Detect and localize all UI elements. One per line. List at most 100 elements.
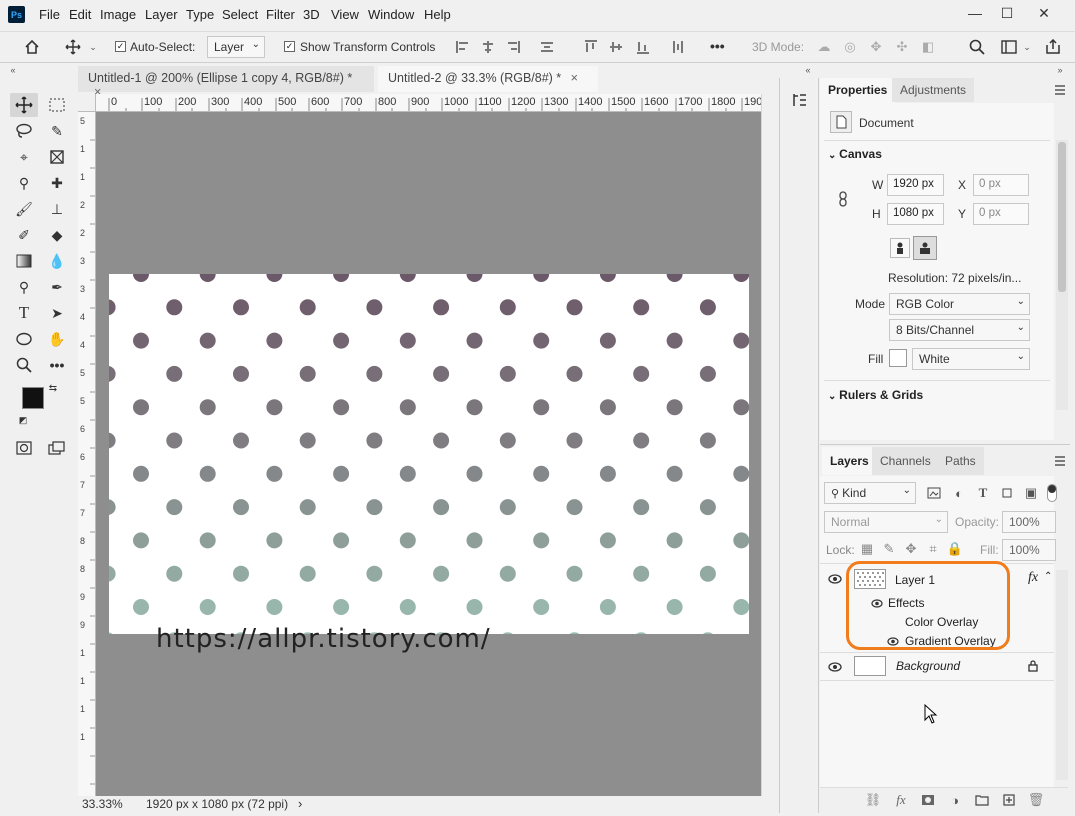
layer-name[interactable]: Background: [896, 659, 960, 673]
auto-select-dropdown[interactable]: Layer ⌄: [207, 36, 265, 58]
close-icon[interactable]: ×: [571, 71, 578, 85]
panel-menu-icon[interactable]: [1052, 453, 1068, 469]
blur-tool-icon[interactable]: 💧: [45, 250, 69, 272]
document-info[interactable]: 1920 px x 1080 px (72 ppi): [146, 797, 288, 811]
move-tool-icon[interactable]: [12, 94, 36, 116]
marquee-tool-icon[interactable]: [45, 94, 69, 116]
menu-image[interactable]: Image: [100, 7, 136, 22]
minimize-button[interactable]: —: [958, 2, 992, 24]
blend-mode-dropdown[interactable]: Normal ⌄: [824, 511, 948, 533]
distribute-icon[interactable]: [539, 38, 555, 56]
layer-row-background[interactable]: Background: [820, 653, 1054, 680]
default-colors-icon[interactable]: ◩: [16, 413, 30, 427]
home-icon[interactable]: [21, 37, 43, 57]
swap-colors-icon[interactable]: ⇆: [46, 381, 60, 395]
quick-mask-icon[interactable]: [12, 437, 36, 459]
brush-tool-icon[interactable]: 🖌: [12, 198, 36, 220]
link-layers-icon[interactable]: ⛓: [865, 792, 882, 808]
new-layer-icon[interactable]: [1001, 792, 1017, 808]
canvas-height-input[interactable]: 1080 px: [887, 203, 944, 225]
tab-paths[interactable]: Paths: [937, 447, 984, 475]
ellipse-tool-icon[interactable]: [12, 328, 36, 350]
new-group-icon[interactable]: [974, 792, 990, 808]
more-tools-icon[interactable]: •••: [45, 354, 69, 376]
adjustment-layer-icon[interactable]: ◑: [947, 792, 963, 808]
collapse-toolbar-icon[interactable]: «: [6, 64, 20, 76]
eyedropper-tool-icon[interactable]: ⚲: [12, 172, 36, 194]
canvas-scrollbar[interactable]: [761, 94, 778, 796]
path-select-tool-icon[interactable]: ➤: [45, 302, 69, 324]
lock-transparent-icon[interactable]: ▦: [860, 541, 874, 556]
show-transform-checkbox[interactable]: ✓: [284, 41, 295, 52]
menu-help[interactable]: Help: [424, 7, 451, 22]
filter-smart-object-icon[interactable]: ▣: [1023, 485, 1039, 501]
move-tool-icon[interactable]: [62, 37, 84, 57]
tab-untitled-2[interactable]: Untitled-2 @ 33.3% (RGB/8#) * ×: [378, 66, 598, 92]
rulers-grids-section-title[interactable]: ⌄ Rulers & Grids: [828, 388, 923, 402]
menu-window[interactable]: Window: [368, 7, 414, 22]
crop-tool-icon[interactable]: ⌖: [12, 146, 36, 168]
menu-filter[interactable]: Filter: [266, 7, 295, 22]
filter-shape-icon[interactable]: [999, 485, 1015, 501]
stamp-tool-icon[interactable]: ⊥: [45, 198, 69, 220]
filter-kind-dropdown[interactable]: ⚲ Kind ⌄: [824, 482, 916, 504]
menu-select[interactable]: Select: [222, 7, 258, 22]
opacity-input[interactable]: 100%: [1002, 511, 1056, 533]
pen-tool-icon[interactable]: ✒: [45, 276, 69, 298]
canvas-y-input[interactable]: 0 px: [973, 203, 1029, 225]
portrait-orientation-button[interactable]: [890, 238, 910, 258]
align-center-h-icon[interactable]: [480, 38, 496, 56]
tab-layers[interactable]: Layers: [822, 447, 877, 475]
maximize-button[interactable]: ☐: [990, 2, 1024, 24]
filter-toggle[interactable]: [1047, 484, 1057, 502]
dodge-tool-icon[interactable]: ⚲: [12, 276, 36, 298]
history-panel-icon[interactable]: [790, 90, 810, 110]
fill-opacity-input[interactable]: 100%: [1002, 539, 1056, 561]
filter-type-icon[interactable]: T: [975, 485, 991, 501]
filter-adjustment-icon[interactable]: ◐: [951, 485, 967, 501]
eraser-tool-icon[interactable]: ◆: [45, 224, 69, 246]
quick-select-tool-icon[interactable]: ✎: [45, 120, 69, 142]
3d-orbit-icon[interactable]: ☁: [815, 39, 833, 55]
menu-edit[interactable]: Edit: [69, 7, 91, 22]
vertical-ruler[interactable]: 5 1 1 2 2 3 3 4 4 5 5 6 6 7 7 8 8 9 9 1 …: [78, 112, 96, 796]
menu-layer[interactable]: Layer: [145, 7, 178, 22]
expand-panels-icon[interactable]: »: [1053, 64, 1067, 76]
align-bottom-icon[interactable]: [635, 38, 651, 56]
more-options-button[interactable]: •••: [710, 38, 725, 54]
canvas-width-input[interactable]: 1920 px: [887, 174, 944, 196]
3d-pan-icon[interactable]: ✥: [867, 39, 885, 55]
type-tool-icon[interactable]: T: [12, 302, 36, 324]
distribute-v-icon[interactable]: [670, 38, 686, 56]
zoom-tool-icon[interactable]: [12, 354, 36, 376]
3d-roll-icon[interactable]: ◎: [841, 39, 859, 55]
lock-paint-icon[interactable]: ✎: [882, 541, 896, 556]
lock-artboard-icon[interactable]: ⌗: [926, 541, 940, 556]
bit-depth-dropdown[interactable]: 8 Bits/Channel ⌄: [889, 319, 1030, 341]
visibility-eye-icon[interactable]: [828, 572, 842, 586]
menu-type[interactable]: Type: [186, 7, 214, 22]
tab-adjustments[interactable]: Adjustments: [892, 78, 975, 102]
tab-channels[interactable]: Channels: [872, 447, 939, 475]
fill-color-swatch[interactable]: [889, 349, 907, 367]
canvas-x-input[interactable]: 0 px: [973, 174, 1029, 196]
align-right-icon[interactable]: [505, 38, 521, 56]
zoom-level[interactable]: 33.33%: [82, 797, 123, 811]
menu-view[interactable]: View: [331, 7, 359, 22]
menu-file[interactable]: File: [39, 7, 60, 22]
gradient-tool-icon[interactable]: [12, 250, 36, 272]
collapse-effects-icon[interactable]: ⌃: [1044, 571, 1052, 582]
lock-position-icon[interactable]: ✥: [904, 541, 918, 556]
frame-tool-icon[interactable]: [45, 146, 69, 168]
link-icon[interactable]: [836, 190, 850, 208]
layers-scrollbar[interactable]: [1056, 570, 1068, 780]
menu-3d[interactable]: 3D: [303, 7, 320, 22]
filter-pixel-icon[interactable]: [926, 485, 942, 501]
workspace-icon[interactable]: [998, 38, 1020, 56]
color-mode-dropdown[interactable]: RGB Color ⌄: [889, 293, 1030, 315]
horizontal-ruler[interactable]: 0 100 200 300 400 500 600 700 800 900 10…: [96, 94, 761, 112]
collapse-dock-icon[interactable]: «: [801, 64, 815, 76]
3d-camera-icon[interactable]: ◧: [919, 39, 937, 55]
history-brush-tool-icon[interactable]: ✐: [12, 224, 36, 246]
3d-slide-icon[interactable]: ✣: [893, 39, 911, 55]
